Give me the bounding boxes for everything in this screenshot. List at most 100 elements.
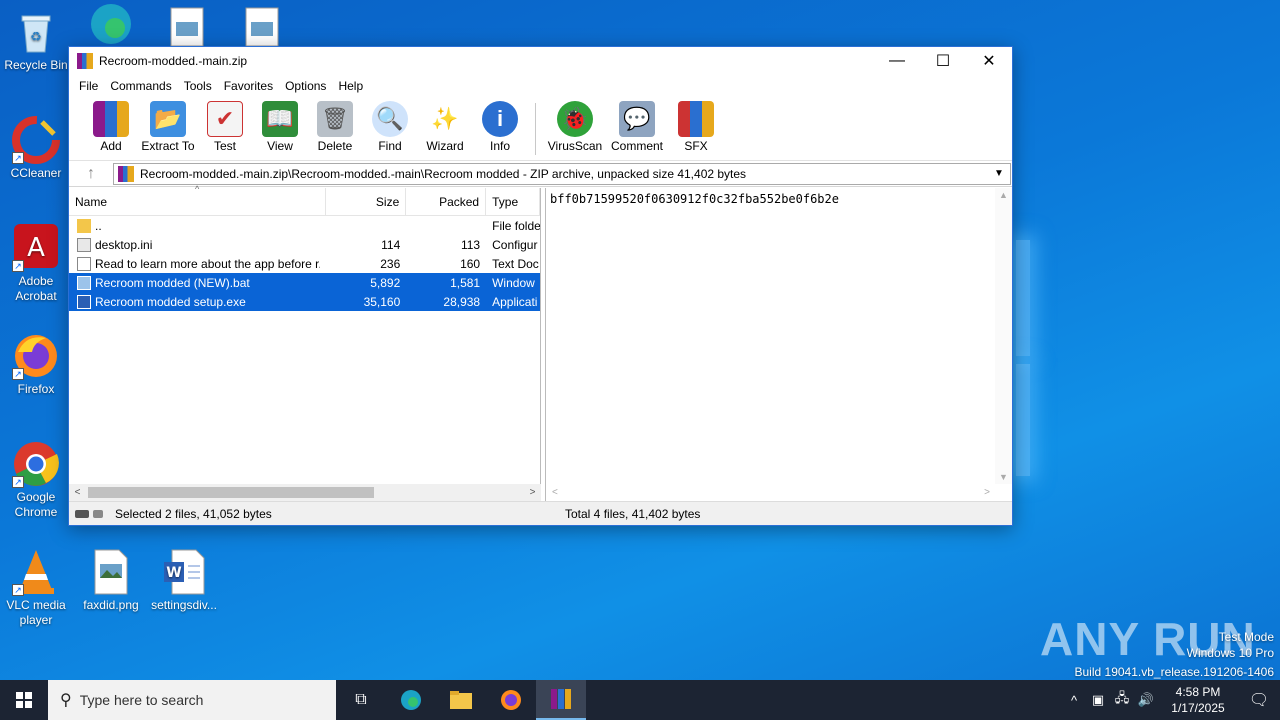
minimize-button[interactable]: — xyxy=(874,47,920,75)
file-name: Recroom modded setup.exe xyxy=(95,294,246,309)
file-packed: 28,938 xyxy=(443,294,481,309)
table-row[interactable]: Read to learn more about the app before … xyxy=(69,254,540,273)
table-row[interactable]: Recroom modded (NEW).bat 5,892 1,581 Win… xyxy=(69,273,540,292)
shortcut-arrow-icon: ↗ xyxy=(12,260,24,272)
desktop-icon-ccleaner[interactable]: ↗ CCleaner xyxy=(0,116,72,181)
desktop-icon-firefox[interactable]: ↗ Firefox xyxy=(0,332,72,397)
taskbar-file-explorer[interactable] xyxy=(436,680,486,720)
window-title: Recroom-modded.-main.zip xyxy=(99,54,248,68)
column-packed[interactable]: Packed xyxy=(406,187,487,216)
network-icon[interactable]: 🖧 xyxy=(1110,689,1134,711)
volume-icon[interactable]: 🔊 xyxy=(1134,692,1158,708)
folder-icon xyxy=(77,218,91,233)
taskbar-winrar[interactable] xyxy=(536,680,586,720)
desktop-icon-label: VLC media player xyxy=(6,598,66,627)
scroll-right-icon[interactable]: > xyxy=(524,487,541,498)
scrollbar-thumb[interactable] xyxy=(88,487,374,498)
scroll-right-icon[interactable]: > xyxy=(984,487,990,498)
desktop-icon-label: Firefox xyxy=(17,382,55,396)
taskbar: ⚲ Type here to search ⧉ ^ ▣ 🖧 🔊 4:58 PM … xyxy=(0,680,1280,720)
column-size[interactable]: Size xyxy=(326,187,407,216)
file-type: Text Doc xyxy=(492,256,539,271)
chevron-up-icon[interactable]: ^ xyxy=(1062,693,1086,708)
menu-options[interactable]: Options xyxy=(279,79,332,93)
delete-button[interactable]: 🗑 Delete xyxy=(307,97,363,153)
scroll-up-icon[interactable]: ▲ xyxy=(999,190,1008,200)
adobe-acrobat-icon: A ↗ xyxy=(12,224,60,272)
task-view-button[interactable]: ⧉ xyxy=(336,680,386,720)
desktop-icon-google-chrome[interactable]: ↗ Google Chrome xyxy=(0,440,72,520)
extract-icon: 📂 xyxy=(150,101,186,137)
sort-arrow-icon: ^ xyxy=(195,184,200,194)
word-document-icon: W xyxy=(160,548,208,596)
comment-horizontal-scrollbar[interactable]: < > xyxy=(546,484,996,501)
desktop-icon-label: Google Chrome xyxy=(14,490,58,519)
menu-file[interactable]: File xyxy=(73,79,104,93)
add-label: Add xyxy=(100,139,122,153)
scroll-left-icon[interactable]: < xyxy=(69,487,86,498)
notification-icon[interactable]: 🗨 xyxy=(1238,690,1280,710)
menu-commands[interactable]: Commands xyxy=(104,79,177,93)
comment-button[interactable]: 💬 Comment xyxy=(605,97,669,153)
drive-icon[interactable] xyxy=(69,509,109,518)
menu-tools[interactable]: Tools xyxy=(178,79,218,93)
status-selected: Selected 2 files, 41,052 bytes xyxy=(115,506,272,521)
scroll-down-icon[interactable]: ▼ xyxy=(999,472,1008,482)
horizontal-scrollbar[interactable]: < > xyxy=(69,484,541,501)
desktop-icon-image-partial-2[interactable] xyxy=(226,0,298,48)
title-bar[interactable]: Recroom-modded.-main.zip — ☐ ✕ xyxy=(69,47,1012,75)
clock[interactable]: 4:58 PM 1/17/2025 xyxy=(1158,684,1238,716)
table-row[interactable]: .. File folde xyxy=(69,216,540,235)
sfx-icon xyxy=(678,101,714,137)
up-folder-icon[interactable]: ↑ xyxy=(69,165,113,183)
table-row[interactable]: desktop.ini 114 113 Configur xyxy=(69,235,540,254)
desktop-icon-image-partial-1[interactable] xyxy=(151,0,223,48)
desktop-icon-settingsdiv[interactable]: W settingsdiv... xyxy=(148,548,220,613)
file-list-header: ^ Name Size Packed Type xyxy=(69,184,541,216)
scroll-left-icon[interactable]: < xyxy=(552,487,558,498)
chrome-icon: ↗ xyxy=(12,440,60,488)
column-type[interactable]: Type xyxy=(486,187,541,216)
desktop-icon-recycle-bin[interactable]: ♻ Recycle Bin xyxy=(0,8,72,73)
sfx-button[interactable]: SFX xyxy=(668,97,724,153)
view-button[interactable]: 📖 View xyxy=(252,97,308,153)
find-button[interactable]: 🔍 Find xyxy=(362,97,418,153)
winrar-window: Recroom-modded.-main.zip — ☐ ✕ File Comm… xyxy=(68,46,1013,526)
add-icon xyxy=(93,101,129,137)
taskbar-firefox[interactable] xyxy=(486,680,536,720)
virusscan-icon: 🐞 xyxy=(557,101,593,137)
close-button[interactable]: ✕ xyxy=(966,47,1012,75)
path-dropdown[interactable]: Recroom-modded.-main.zip\Recroom-modded.… xyxy=(113,162,1011,185)
test-icon: ✔ xyxy=(207,101,243,137)
desktop-icon-label: settingsdiv... xyxy=(151,598,217,612)
add-button[interactable]: Add xyxy=(83,97,139,153)
info-button[interactable]: i Info xyxy=(472,97,528,153)
svg-text:A: A xyxy=(27,233,45,263)
search-placeholder: Type here to search xyxy=(79,692,204,708)
file-size: 114 xyxy=(381,237,401,252)
device-icon[interactable]: ▣ xyxy=(1086,692,1110,708)
desktop-icon-vlc[interactable]: ↗ VLC media player xyxy=(0,548,72,628)
taskbar-search[interactable]: ⚲ Type here to search xyxy=(48,680,336,720)
extract-to-button[interactable]: 📂 Extract To xyxy=(138,97,198,153)
winrar-icon xyxy=(77,53,93,69)
desktop-icon-edge-partial[interactable] xyxy=(75,0,147,48)
chevron-down-icon[interactable]: ▼ xyxy=(994,168,1010,179)
menu-favorites[interactable]: Favorites xyxy=(218,79,279,93)
desktop-icon-faxdid[interactable]: faxdid.png xyxy=(75,548,147,613)
maximize-button[interactable]: ☐ xyxy=(920,47,966,75)
start-button[interactable] xyxy=(0,680,48,720)
comment-pane[interactable]: bff0b71599520f0630912f0c32fba552be0f6b2e… xyxy=(545,188,1012,501)
file-type: Configur xyxy=(492,237,538,252)
toolbar: Add 📂 Extract To ✔ Test 📖 View 🗑 Delete 🔍 Fin… xyxy=(69,97,1012,161)
virusscan-button[interactable]: 🐞 VirusScan xyxy=(544,97,606,153)
desktop-icon-label: faxdid.png xyxy=(83,598,139,612)
test-button[interactable]: ✔ Test xyxy=(197,97,253,153)
table-row[interactable]: Recroom modded setup.exe 35,160 28,938 A… xyxy=(69,292,540,311)
taskbar-edge[interactable] xyxy=(386,680,436,720)
vertical-scrollbar[interactable]: ▲ ▼ xyxy=(995,188,1012,484)
wizard-button[interactable]: ✨ Wizard xyxy=(417,97,473,153)
menu-help[interactable]: Help xyxy=(332,79,369,93)
file-size: 5,892 xyxy=(370,275,401,290)
desktop-icon-adobe-acrobat[interactable]: A ↗ Adobe Acrobat xyxy=(0,224,72,304)
